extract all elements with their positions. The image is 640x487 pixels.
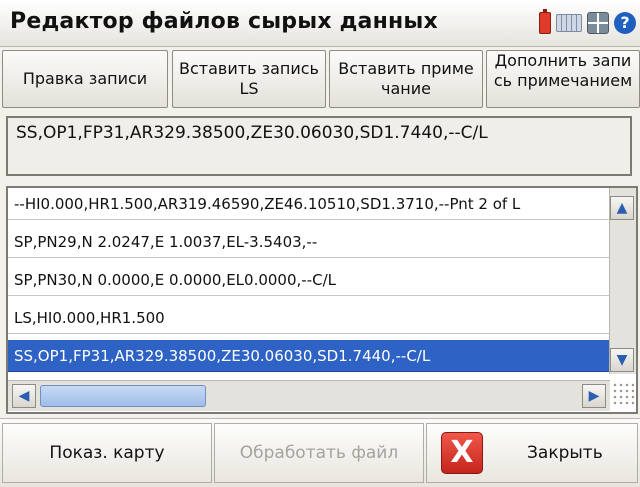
toolbar: Правка записи Вставить запись LS Вставит… — [0, 48, 640, 112]
list-item[interactable]: SP,PN29,N 2.0247,E 1.0037,EL-3.5403,-- — [8, 226, 610, 258]
insert-ls-record-button[interactable]: Вставить запись LS — [172, 50, 326, 108]
horizontal-scrollbar[interactable]: ◀ ▶ — [8, 380, 610, 411]
resize-grip-icon — [612, 382, 634, 406]
window-title: Редактор файлов сырых данных — [10, 9, 438, 34]
list-item[interactable]: SP,PN30,N 0.0000,E 0.0000,EL0.0000,--C/L — [8, 264, 610, 296]
records-list[interactable]: --HI0.000,HR1.500,AR319.46590,ZE46.10510… — [6, 186, 638, 414]
edit-record-button[interactable]: Правка записи — [2, 50, 168, 108]
title-bar: Редактор файлов сырых данных ? — [0, 0, 640, 47]
show-map-button[interactable]: Показ. карту — [2, 423, 212, 483]
scroll-up-icon[interactable]: ▲ — [610, 196, 634, 220]
edit-record-label: Правка записи — [22, 69, 148, 88]
scroll-left-icon[interactable]: ◀ — [12, 384, 36, 408]
horizontal-scroll-thumb[interactable] — [40, 385, 206, 407]
insert-note-button[interactable]: Вставить примечание — [329, 50, 483, 108]
battery-icon[interactable] — [539, 9, 551, 34]
help-icon[interactable]: ? — [614, 12, 636, 34]
grid-icon[interactable] — [587, 12, 609, 34]
bottom-bar: Показ. карту Обработать файл X Закрыть — [0, 418, 640, 487]
record-edit-field[interactable]: SS,OP1,FP31,AR329.38500,ZE30.06030,SD1.7… — [6, 116, 632, 176]
close-button[interactable]: X Закрыть — [426, 423, 638, 483]
list-item-selected[interactable]: SS,OP1,FP31,AR329.38500,ZE30.06030,SD1.7… — [8, 340, 610, 372]
insert-ls-record-label: Вставить запись LS — [179, 59, 319, 98]
process-file-button[interactable]: Обработать файл — [214, 423, 424, 483]
append-note-label: Дополнить запись примечанием — [493, 51, 633, 90]
close-label: Закрыть — [527, 443, 603, 463]
insert-note-label: Вставить примечание — [338, 59, 474, 98]
list-item[interactable]: --HI0.000,HR1.500,AR319.46590,ZE46.10510… — [8, 188, 610, 220]
append-note-button[interactable]: Дополнить запись примечанием — [486, 50, 640, 108]
list-item[interactable]: LS,HI0.000,HR1.500 — [8, 302, 610, 334]
scroll-right-icon[interactable]: ▶ — [582, 384, 606, 408]
close-icon: X — [441, 432, 483, 474]
keyboard-icon[interactable] — [556, 14, 582, 32]
scroll-down-icon[interactable]: ▼ — [610, 348, 634, 372]
vertical-scrollbar[interactable]: ▲ ▼ — [609, 188, 636, 374]
system-tray: ? — [539, 9, 636, 34]
